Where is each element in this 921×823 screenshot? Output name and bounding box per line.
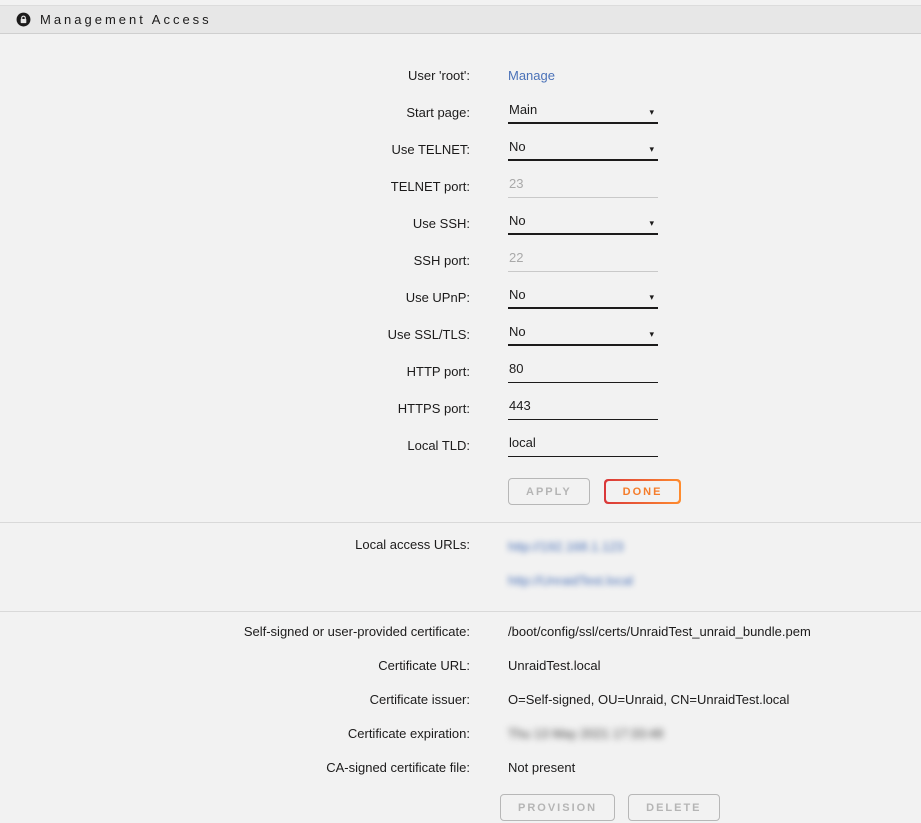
page-title: Management Access: [40, 12, 212, 27]
field-row-local-tld: Local TLD:: [0, 427, 921, 464]
cert-row-url: Certificate URL: UnraidTest.local: [0, 648, 921, 682]
cert-row-issuer: Certificate issuer: O=Self-signed, OU=Un…: [0, 682, 921, 716]
field-label: Local TLD:: [0, 438, 470, 453]
field-label: User 'root':: [0, 68, 470, 83]
field-label: Self-signed or user-provided certificate…: [0, 624, 470, 639]
ssh-port-input[interactable]: [508, 249, 658, 272]
form-actions: APPLY DONE: [508, 478, 921, 505]
field-row-use-ssh: Use SSH: No ▾: [0, 205, 921, 242]
http-port-input[interactable]: [508, 360, 658, 383]
certificate-expiration-value: Thu 13 May 2021 17:33:48: [508, 726, 663, 741]
field-label: CA-signed certificate file:: [0, 760, 470, 775]
use-upnp-select[interactable]: No ▾: [508, 286, 658, 309]
field-row-user-root: User 'root': Manage: [0, 57, 921, 94]
certificate-path-value: /boot/config/ssl/certs/UnraidTest_unraid…: [508, 624, 811, 639]
cert-row-expiration: Certificate expiration: Thu 13 May 2021 …: [0, 716, 921, 750]
field-row-http-port: HTTP port:: [0, 353, 921, 390]
use-telnet-select[interactable]: No ▾: [508, 138, 658, 161]
apply-button[interactable]: APPLY: [508, 478, 590, 505]
done-button[interactable]: DONE: [604, 479, 682, 504]
field-label: TELNET port:: [0, 179, 470, 194]
lock-circle-icon: [16, 12, 31, 27]
cert-row-bundle: Self-signed or user-provided certificate…: [0, 614, 921, 648]
chevron-down-icon: ▾: [649, 108, 656, 117]
field-label: Use UPnP:: [0, 290, 470, 305]
delete-button[interactable]: DELETE: [628, 794, 719, 821]
certificate-issuer-value: O=Self-signed, OU=Unraid, CN=UnraidTest.…: [508, 692, 789, 707]
field-row-telnet-port: TELNET port:: [0, 168, 921, 205]
telnet-port-input[interactable]: [508, 175, 658, 198]
field-label: Use SSL/TLS:: [0, 327, 470, 342]
local-url-link[interactable]: http://UnraidTest.local: [508, 563, 633, 597]
select-value: No: [509, 139, 526, 154]
field-label: Local access URLs:: [0, 529, 470, 597]
chevron-down-icon: ▾: [649, 219, 656, 228]
field-label: Certificate URL:: [0, 658, 470, 673]
local-url-link[interactable]: http://192.168.1.123: [508, 529, 624, 563]
use-ssh-select[interactable]: No ▾: [508, 212, 658, 235]
select-value: No: [509, 213, 526, 228]
chevron-down-icon: ▾: [649, 145, 656, 154]
manage-root-link[interactable]: Manage: [508, 68, 921, 83]
certificate-actions: PROVISION DELETE: [500, 794, 921, 821]
use-ssl-tls-select[interactable]: No ▾: [508, 323, 658, 346]
certificate-url-value: UnraidTest.local: [508, 658, 601, 673]
field-label: Use SSH:: [0, 216, 470, 231]
local-tld-input[interactable]: [508, 434, 658, 457]
field-row-use-ssl-tls: Use SSL/TLS: No ▾: [0, 316, 921, 353]
chevron-down-icon: ▾: [649, 330, 656, 339]
ca-certificate-status-value: Not present: [508, 760, 575, 775]
https-port-input[interactable]: [508, 397, 658, 420]
select-value: Main: [509, 102, 537, 117]
field-label: Certificate expiration:: [0, 726, 470, 741]
field-label: Start page:: [0, 105, 470, 120]
field-row-https-port: HTTPS port:: [0, 390, 921, 427]
field-row-use-telnet: Use TELNET: No ▾: [0, 131, 921, 168]
certificate-section: Self-signed or user-provided certificate…: [0, 612, 921, 821]
field-row-use-upnp: Use UPnP: No ▾: [0, 279, 921, 316]
field-row-start-page: Start page: Main ▾: [0, 94, 921, 131]
start-page-select[interactable]: Main ▾: [508, 101, 658, 124]
field-label: Certificate issuer:: [0, 692, 470, 707]
select-value: No: [509, 287, 526, 302]
chevron-down-icon: ▾: [649, 293, 656, 302]
done-button-label: DONE: [606, 481, 680, 502]
page-header: Management Access: [0, 5, 921, 34]
field-label: Use TELNET:: [0, 142, 470, 157]
local-access-section: Local access URLs: http://192.168.1.123 …: [0, 523, 921, 605]
field-label: HTTP port:: [0, 364, 470, 379]
provision-button[interactable]: PROVISION: [500, 794, 615, 821]
management-access-form: User 'root': Manage Start page: Main ▾ U…: [0, 34, 921, 505]
field-row-ssh-port: SSH port:: [0, 242, 921, 279]
select-value: No: [509, 324, 526, 339]
field-label: SSH port:: [0, 253, 470, 268]
cert-row-ca-file: CA-signed certificate file: Not present: [0, 750, 921, 784]
field-label: HTTPS port:: [0, 401, 470, 416]
